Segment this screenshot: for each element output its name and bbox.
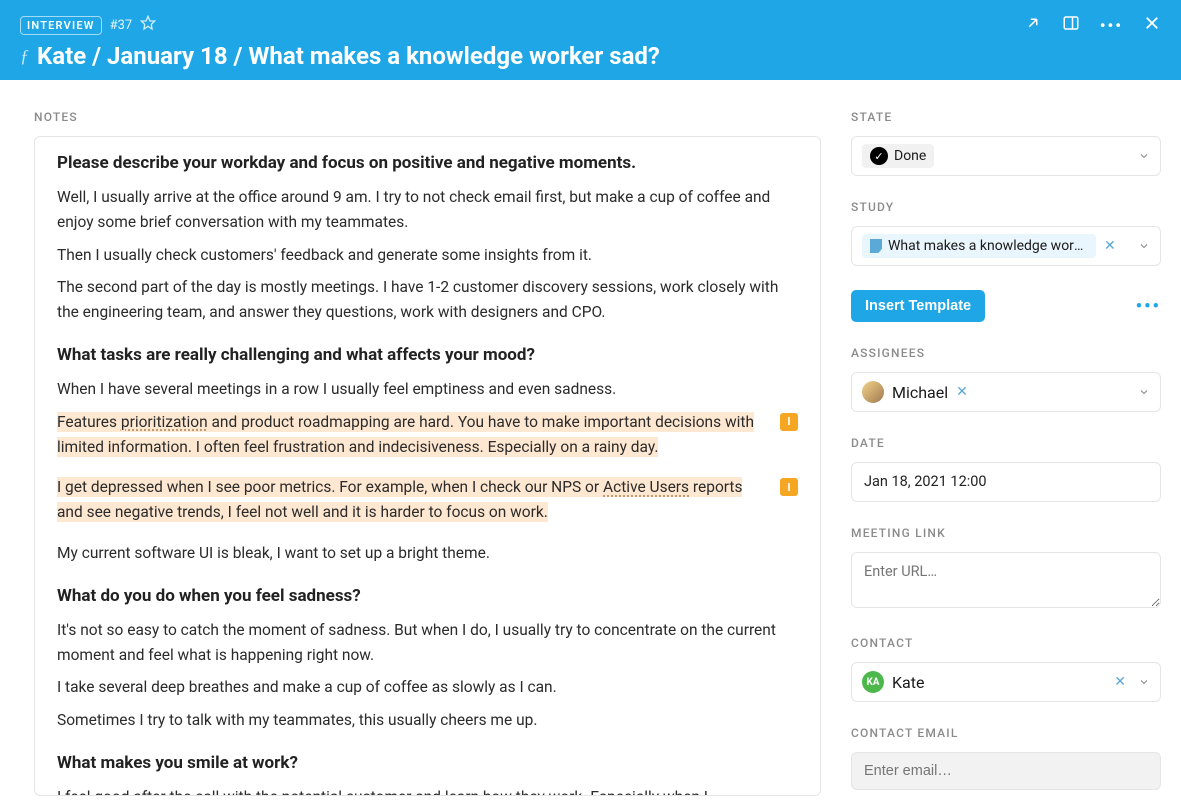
- paragraph: I take several deep breathes and make a …: [57, 675, 798, 700]
- template-more-icon[interactable]: •••: [1136, 296, 1161, 317]
- notes-label: NOTES: [34, 110, 821, 124]
- study-value: What makes a knowledge worker s…: [888, 238, 1088, 254]
- paragraph: It's not so easy to catch the moment of …: [57, 618, 798, 668]
- highlighted-block: I get depressed when I see poor metrics.…: [57, 475, 798, 533]
- highlighted-text: I get depressed when I see poor metrics.…: [57, 475, 768, 525]
- question-heading: Please describe your workday and focus o…: [57, 153, 798, 173]
- contact-email-label: CONTACT EMAIL: [851, 726, 1161, 740]
- clear-assignee-icon[interactable]: ✕: [956, 384, 968, 400]
- paragraph: Then I usually check customers' feedback…: [57, 243, 798, 268]
- paragraph: The second part of the day is mostly mee…: [57, 275, 798, 325]
- date-field[interactable]: Jan 18, 2021 12:00: [851, 462, 1161, 502]
- panel-icon[interactable]: [1062, 14, 1080, 36]
- question-heading: What do you do when you feel sadness?: [57, 586, 798, 606]
- highlighted-block: Features prioritization and product road…: [57, 410, 798, 468]
- assignees-label: ASSIGNEES: [851, 346, 1161, 360]
- state-dropdown[interactable]: ✓ Done: [851, 136, 1161, 176]
- header-bar: INTERVIEW #37 ••• ƒ Kate / January 18 / …: [0, 0, 1181, 80]
- type-badge: INTERVIEW: [20, 16, 102, 35]
- contact-email-input[interactable]: [851, 752, 1161, 790]
- contact-dropdown[interactable]: KA Kate ✕: [851, 662, 1161, 702]
- paragraph: Well, I usually arrive at the office aro…: [57, 185, 798, 235]
- chevron-down-icon: [1138, 237, 1150, 256]
- paragraph: My current software UI is bleak, I want …: [57, 541, 798, 566]
- highlight-badge[interactable]: I: [780, 478, 798, 496]
- page-title: Kate / January 18 / What makes a knowled…: [37, 42, 660, 70]
- function-icon: ƒ: [20, 46, 29, 67]
- clear-contact-icon[interactable]: ✕: [1114, 674, 1126, 690]
- state-label: STATE: [851, 110, 1161, 124]
- clear-study-icon[interactable]: ✕: [1104, 238, 1116, 254]
- highlight-badge[interactable]: I: [780, 413, 798, 431]
- paragraph: When I have several meetings in a row I …: [57, 377, 798, 402]
- study-dropdown[interactable]: What makes a knowledge worker s… ✕: [851, 226, 1161, 266]
- more-icon[interactable]: •••: [1100, 16, 1123, 35]
- chevron-down-icon: [1138, 673, 1150, 692]
- study-label: STUDY: [851, 200, 1161, 214]
- close-icon[interactable]: [1143, 14, 1161, 36]
- insert-template-button[interactable]: Insert Template: [851, 290, 985, 322]
- star-icon[interactable]: [140, 15, 156, 35]
- paragraph: I feel good after the call with the pote…: [57, 785, 798, 796]
- paragraph: Sometimes I try to talk with my teammate…: [57, 708, 798, 733]
- meeting-link-input[interactable]: [851, 552, 1161, 608]
- avatar: [862, 381, 884, 403]
- contact-label: CONTACT: [851, 636, 1161, 650]
- assignees-dropdown[interactable]: Michael ✕: [851, 372, 1161, 412]
- chevron-down-icon: [1138, 383, 1150, 402]
- assignee-value: Michael: [892, 383, 948, 402]
- contact-value: Kate: [892, 673, 924, 692]
- note-icon: [870, 239, 882, 253]
- state-value: Done: [894, 148, 926, 164]
- record-id: #37: [110, 18, 133, 33]
- chevron-down-icon: [1138, 147, 1150, 166]
- question-heading: What tasks are really challenging and wh…: [57, 345, 798, 365]
- date-label: DATE: [851, 436, 1161, 450]
- highlighted-text: Features prioritization and product road…: [57, 410, 768, 460]
- expand-icon[interactable]: [1024, 14, 1042, 36]
- notes-card[interactable]: Please describe your workday and focus o…: [34, 136, 821, 796]
- check-circle-icon: ✓: [870, 147, 888, 165]
- avatar: KA: [862, 671, 884, 693]
- question-heading: What makes you smile at work?: [57, 753, 798, 773]
- meeting-link-label: MEETING LINK: [851, 526, 1161, 540]
